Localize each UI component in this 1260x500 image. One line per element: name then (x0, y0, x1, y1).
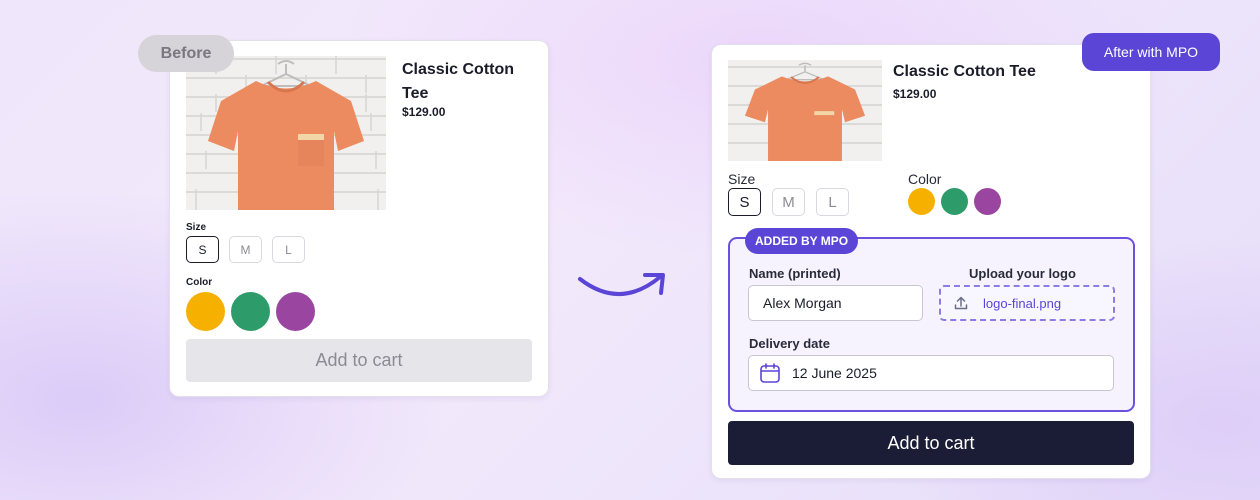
delivery-date-input[interactable]: 12 June 2025 (748, 355, 1114, 391)
size-option-m[interactable]: M (229, 236, 262, 263)
upload-icon (954, 296, 968, 310)
before-product-card: Classic Cotton Tee $129.00 Size S M L Co… (169, 40, 549, 397)
size-option-l[interactable]: L (272, 236, 305, 263)
upload-file-name: logo-final.png (983, 295, 1062, 311)
size-label: Size (728, 171, 756, 187)
add-to-cart-button[interactable]: Add to cart (728, 421, 1134, 465)
after-product-card: Classic Cotton Tee $129.00 Size S M L Co… (711, 44, 1151, 479)
name-field-label: Name (printed) (749, 266, 841, 281)
tshirt-image (744, 62, 866, 161)
tshirt-image (195, 56, 379, 210)
name-input[interactable]: Alex Morgan (748, 285, 923, 321)
before-badge: Before (138, 35, 234, 72)
size-option-l[interactable]: L (816, 188, 849, 216)
color-label: Color (908, 171, 942, 187)
size-option-s[interactable]: S (728, 188, 761, 216)
product-photo (186, 56, 386, 210)
color-swatch-green[interactable] (941, 188, 968, 215)
color-swatch-yellow[interactable] (908, 188, 935, 215)
product-title: Classic Cotton Tee (402, 61, 515, 102)
added-by-mpo-tag: ADDED BY MPO (745, 228, 859, 254)
after-badge: After with MPO (1082, 33, 1220, 71)
product-price: $129.00 (402, 105, 446, 119)
delivery-date-label: Delivery date (749, 336, 830, 351)
color-swatch-yellow[interactable] (186, 292, 225, 331)
product-photo (728, 60, 882, 161)
color-swatch-green[interactable] (231, 292, 270, 331)
curved-arrow-icon (578, 273, 665, 296)
color-swatch-purple[interactable] (974, 188, 1001, 215)
calendar-icon (760, 363, 780, 383)
size-option-m[interactable]: M (772, 188, 805, 216)
color-label: Color (186, 277, 213, 288)
size-option-s[interactable]: S (186, 236, 219, 263)
product-title: Classic Cotton Tee (893, 63, 1036, 80)
upload-logo-label: Upload your logo (969, 266, 1076, 281)
upload-logo-dropzone[interactable]: logo-final.png (939, 285, 1115, 321)
delivery-date-value: 12 June 2025 (792, 365, 877, 381)
name-input-value: Alex Morgan (763, 295, 842, 311)
mpo-options-panel: Name (printed) Alex Morgan Upload your l… (728, 237, 1135, 412)
size-label: Size (186, 222, 207, 233)
add-to-cart-button-disabled[interactable]: Add to cart (186, 339, 532, 382)
color-swatch-purple[interactable] (276, 292, 315, 331)
product-price: $129.00 (893, 87, 937, 101)
